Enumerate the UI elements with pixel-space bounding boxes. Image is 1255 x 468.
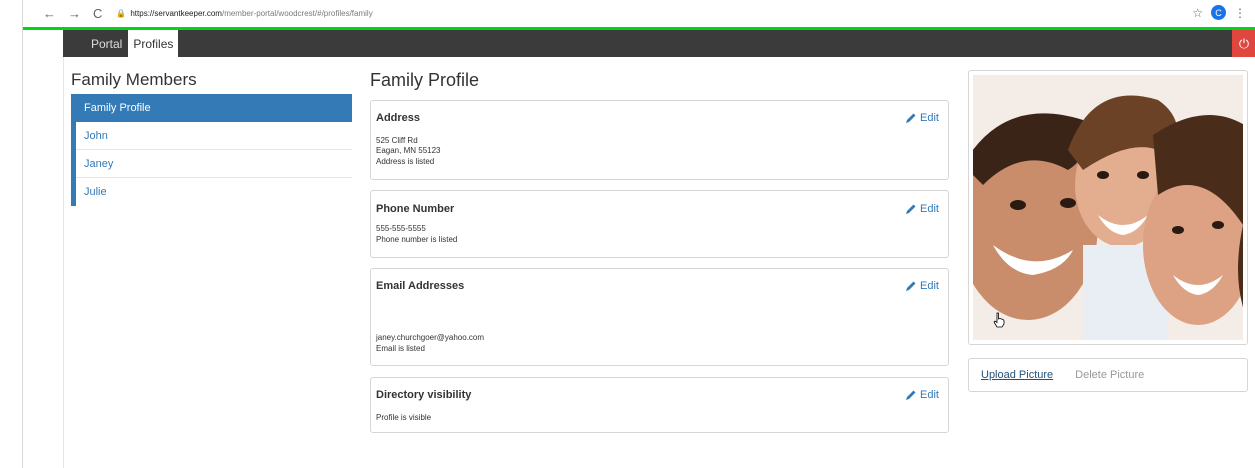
url-host: https://servantkeeper.com (130, 9, 222, 18)
profile-avatar[interactable]: C (1211, 5, 1226, 20)
phone-title: Phone Number (376, 203, 455, 215)
edit-label: Edit (920, 112, 939, 124)
sidebar-item-julie[interactable]: Julie (76, 178, 352, 206)
family-photo-panel (968, 70, 1248, 345)
edit-label: Edit (920, 203, 939, 215)
pencil-icon (906, 113, 916, 123)
tab-portal[interactable]: Portal (87, 30, 126, 57)
hand-cursor-icon (993, 312, 1005, 328)
browser-actions: ☆ C ⋮ (1192, 5, 1246, 20)
family-members-list: Family Profile John Janey Julie (71, 94, 352, 206)
email-title: Email Addresses (376, 280, 465, 292)
back-arrow-icon[interactable]: ← (43, 6, 56, 21)
email-edit-button[interactable]: Edit (905, 280, 939, 292)
directory-status: Profile is visible (376, 413, 432, 422)
pencil-icon (906, 390, 916, 400)
sidebar-item-janey[interactable]: Janey (76, 150, 352, 178)
phone-number: 555-555-5555 (376, 224, 426, 233)
directory-edit-button[interactable]: Edit (905, 389, 939, 401)
email-status: Email is listed (376, 344, 425, 353)
family-members-heading: Family Members (71, 70, 197, 89)
url-path: /member-portal/woodcrest/#/profiles/fami… (221, 9, 373, 18)
address-edit-button[interactable]: Edit (905, 112, 939, 124)
edit-label: Edit (920, 389, 939, 401)
directory-title: Directory visibility (376, 389, 472, 401)
picture-actions: Upload Picture Delete Picture (968, 358, 1248, 392)
power-icon[interactable]: ⏻ (1232, 30, 1255, 57)
tab-profiles[interactable]: Profiles (128, 30, 179, 57)
address-card: Address Edit 525 Cliff Rd Eagan, MN 5512… (370, 100, 949, 180)
pencil-icon (906, 281, 916, 291)
phone-status: Phone number is listed (376, 235, 458, 244)
phone-edit-button[interactable]: Edit (905, 203, 939, 215)
reload-icon[interactable]: C (93, 6, 102, 21)
sidebar-item-john[interactable]: John (76, 122, 352, 150)
phone-card: Phone Number Edit 555-555-5555 Phone num… (370, 190, 949, 258)
directory-card: Directory visibility Edit Profile is vis… (370, 377, 949, 433)
top-navigation: Portal Profiles ⏻ (63, 30, 1255, 57)
address-title: Address (376, 112, 421, 124)
pencil-icon (906, 204, 916, 214)
browser-toolbar: ← → C 🔒 https://servantkeeper.com/member… (23, 0, 1255, 27)
forward-arrow-icon[interactable]: → (68, 6, 81, 21)
email-address: janey.churchgoer@yahoo.com (376, 333, 485, 342)
main-content: Family Members Family Profile John Janey… (63, 57, 1255, 468)
address-bar[interactable]: https://servantkeeper.com/member-portal/… (130, 9, 372, 18)
bookmark-star-icon[interactable]: ☆ (1192, 6, 1203, 20)
upload-picture-link[interactable]: Upload Picture (981, 369, 1053, 381)
browser-window: ← → C 🔒 https://servantkeeper.com/member… (22, 0, 1255, 468)
page-title: Family Profile (370, 70, 480, 90)
lock-icon: 🔒 (116, 9, 127, 18)
edit-label: Edit (920, 280, 939, 292)
email-card: Email Addresses Edit janey.churchgoer@ya… (370, 268, 949, 366)
delete-picture-link[interactable]: Delete Picture (1075, 369, 1144, 381)
family-photo-image (973, 75, 1243, 340)
family-photo (973, 75, 1243, 340)
browser-nav: ← → C (43, 6, 102, 21)
address-line-2: Eagan, MN 55123 (376, 146, 441, 155)
browser-menu-icon[interactable]: ⋮ (1234, 6, 1246, 20)
sidebar-item-family-profile[interactable]: Family Profile (76, 94, 352, 122)
address-line-1: 525 Cliff Rd (376, 136, 418, 145)
address-status: Address is listed (376, 157, 435, 166)
